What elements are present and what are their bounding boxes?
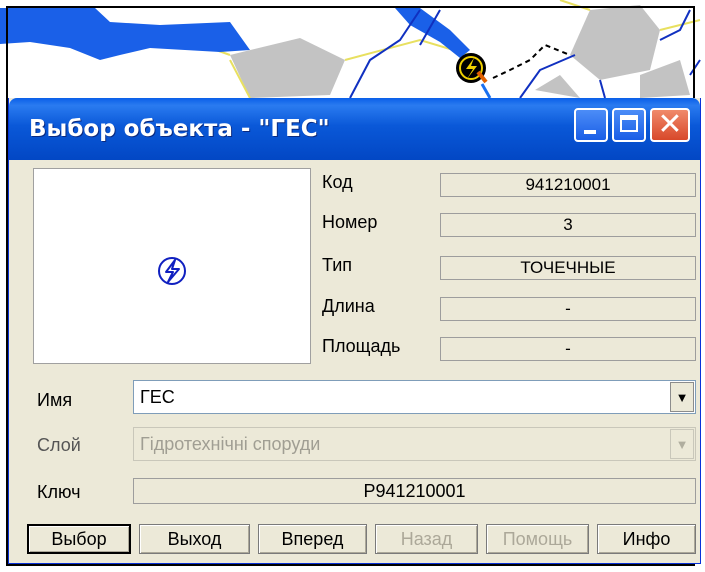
code-label: Код [322, 172, 353, 192]
code-field: 941210001 [440, 173, 696, 197]
length-label: Длина [322, 296, 375, 316]
exit-button[interactable]: Выход [139, 524, 250, 554]
close-icon: ✕ [657, 107, 683, 142]
map-land-area [535, 75, 580, 98]
map-land-area [570, 5, 660, 80]
type-field: ТОЧЕЧНЫЕ [440, 256, 696, 280]
info-button[interactable]: Инфо [597, 524, 696, 554]
object-preview [33, 168, 311, 364]
area-label: Площадь [322, 336, 401, 356]
name-combobox[interactable]: ГЕС ▼ [133, 380, 696, 414]
number-field: 3 [440, 213, 696, 237]
map-water-body [395, 8, 470, 58]
key-label: Ключ [37, 482, 81, 502]
map-water-body [0, 8, 250, 60]
length-field: - [440, 297, 696, 321]
title-bar[interactable]: Выбор объекта - "ГЕС" ✕ [9, 98, 700, 160]
key-field: Р941210001 [133, 478, 696, 504]
chevron-down-icon[interactable]: ▼ [670, 382, 694, 412]
select-button[interactable]: Выбор [27, 524, 131, 554]
type-label: Тип [322, 255, 353, 275]
hydro-plant-icon [158, 257, 186, 285]
object-selection-dialog: Выбор объекта - "ГЕС" ✕ Код 941210001 Но… [8, 98, 701, 564]
area-field: - [440, 337, 696, 361]
layer-label: Слой [37, 435, 81, 455]
layer-value: Гідротехнічні споруди [140, 434, 321, 454]
number-label: Номер [322, 212, 378, 232]
back-button[interactable]: Назад [375, 524, 478, 554]
map-river [480, 83, 492, 99]
forward-button[interactable]: Вперед [258, 524, 367, 554]
minimize-icon [584, 130, 596, 134]
maximize-icon [620, 115, 638, 132]
minimize-button[interactable] [574, 108, 608, 142]
maximize-button[interactable] [612, 108, 646, 142]
help-button[interactable]: Помощь [486, 524, 589, 554]
map-hydro-plant-icon[interactable] [456, 53, 488, 84]
chevron-down-icon[interactable]: ▼ [670, 429, 694, 459]
close-button[interactable]: ✕ [650, 108, 690, 142]
name-label: Имя [37, 390, 73, 410]
name-value: ГЕС [140, 387, 175, 407]
window-title: Выбор объекта - "ГЕС" [29, 116, 330, 142]
layer-combobox[interactable]: Гідротехнічні споруди ▼ [133, 427, 696, 461]
